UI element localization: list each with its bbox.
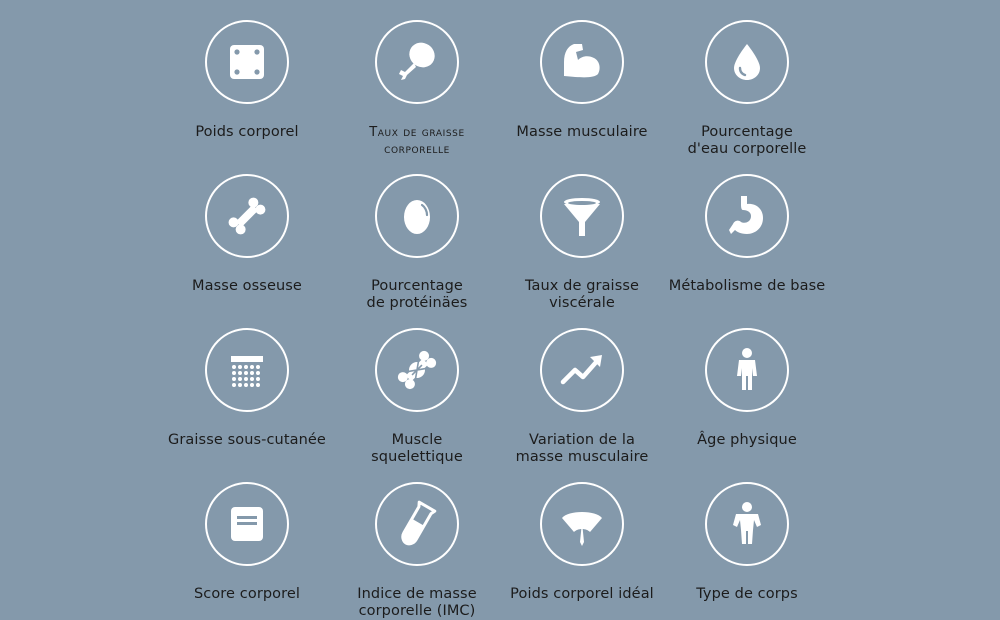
person-icon xyxy=(737,348,757,390)
icon-circle xyxy=(375,482,459,566)
metric-age-physique: Âge physique xyxy=(652,328,842,449)
metric-label: Masse musculaire xyxy=(516,124,648,140)
scale-icon xyxy=(230,45,264,79)
icon-circle xyxy=(540,482,624,566)
icon-circle xyxy=(705,482,789,566)
metric-masse-osseuse: Masse osseuse xyxy=(152,174,342,295)
test-tube-icon xyxy=(401,500,437,546)
flexed-arm-icon xyxy=(564,44,600,78)
metric-graisse-sous-cutanee: Graisse sous-cutanée xyxy=(152,328,342,449)
metric-pourcentage-eau: Pourcentage d'eau corporelle xyxy=(652,20,842,158)
icon-circle xyxy=(375,20,459,104)
metric-label: Poids corporel idéal xyxy=(510,586,654,602)
bone-icon xyxy=(228,197,266,235)
metric-label: Âge physique xyxy=(697,432,797,448)
body-type-icon xyxy=(733,502,761,544)
metric-poids-corporel: Poids corporel xyxy=(152,20,342,141)
gauge-icon xyxy=(562,512,602,546)
icon-circle xyxy=(205,20,289,104)
trend-up-icon xyxy=(560,355,602,385)
icon-circle xyxy=(375,328,459,412)
metric-label: Indice de masse corporelle (IMC) xyxy=(357,586,477,619)
metric-label: Taux de graisse viscérale xyxy=(524,278,640,311)
icon-circle xyxy=(705,20,789,104)
water-drop-icon xyxy=(734,44,760,80)
metric-poids-ideal: Poids corporel idéal xyxy=(487,482,677,603)
icon-circle xyxy=(705,174,789,258)
metric-label: Masse osseuse xyxy=(192,278,302,294)
stomach-icon xyxy=(729,196,763,234)
icon-circle xyxy=(540,174,624,258)
drumstick-icon xyxy=(399,42,435,80)
metric-variation-masse-musculaire: Variation de la masse musculaire xyxy=(487,328,677,466)
metric-masse-musculaire: Masse musculaire xyxy=(487,20,677,141)
funnel-icon xyxy=(564,198,600,236)
metric-label: Pourcentage d'eau corporelle xyxy=(687,124,807,157)
metric-graisse-viscerale: Taux de graisse viscérale xyxy=(487,174,677,312)
metric-imc: Indice de masse corporelle (IMC) xyxy=(322,482,512,620)
metric-label: Métabolisme de base xyxy=(668,278,826,294)
metric-label: Graisse sous-cutanée xyxy=(168,432,326,448)
metric-label: Poids corporel xyxy=(195,124,299,140)
icon-circle xyxy=(375,174,459,258)
icon-circle xyxy=(205,174,289,258)
muscle-bone-icon xyxy=(397,350,437,390)
metric-pourcentage-proteines: Pourcentage de protéinäes xyxy=(322,174,512,312)
metric-score-corporel: Score corporel xyxy=(152,482,342,603)
icon-circle xyxy=(205,328,289,412)
metric-type-corps: Type de corps xyxy=(652,482,842,603)
metric-label: Variation de la masse musculaire xyxy=(515,432,649,465)
metric-label: Score corporel xyxy=(193,586,301,602)
metric-label: Type de corps xyxy=(696,586,798,602)
icon-circle xyxy=(205,482,289,566)
icon-circle xyxy=(540,328,624,412)
metric-label: Taux de graisse corporelle xyxy=(369,125,465,157)
metric-muscle-squelettique: Muscle squelettique xyxy=(322,328,512,466)
egg-icon xyxy=(404,200,430,234)
calendar-grid-icon xyxy=(231,356,263,387)
icon-circle xyxy=(540,20,624,104)
score-card-icon xyxy=(231,507,263,541)
metric-label: Muscle squelettique xyxy=(371,432,463,465)
metric-label: Pourcentage de protéinäes xyxy=(366,278,468,311)
metric-metabolisme-base: Métabolisme de base xyxy=(652,174,842,295)
metric-taux-graisse-corporelle: Taux de graisse corporelle xyxy=(322,20,512,158)
icon-circle xyxy=(705,328,789,412)
